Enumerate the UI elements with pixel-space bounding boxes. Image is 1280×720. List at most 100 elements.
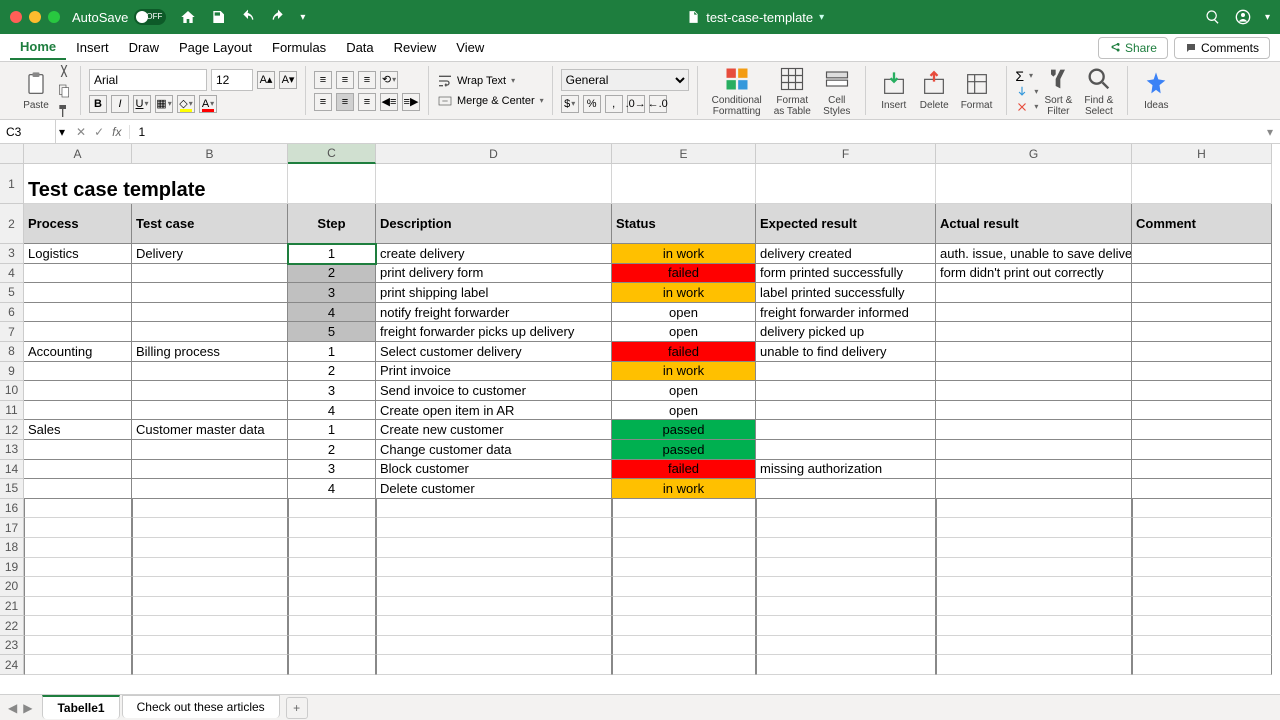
cell[interactable]: 5 [288,322,376,342]
cell[interactable] [288,518,376,538]
cell[interactable] [1132,401,1272,421]
cell[interactable] [288,499,376,519]
cell[interactable] [24,264,132,284]
cell[interactable] [936,420,1132,440]
cell[interactable] [24,538,132,558]
row-header-13[interactable]: 13 [0,440,24,460]
row-header-8[interactable]: 8 [0,342,24,362]
sheet-nav-next[interactable]: ▶ [23,701,32,715]
cell[interactable] [756,499,936,519]
paste-button[interactable]: Paste [16,68,56,113]
copy-icon[interactable] [56,83,72,99]
column-header-A[interactable]: A [24,144,132,164]
cell[interactable] [1132,518,1272,538]
row-header-17[interactable]: 17 [0,518,24,538]
cell[interactable]: failed [612,342,756,362]
cell[interactable] [1132,499,1272,519]
cell[interactable]: failed [612,264,756,284]
cell[interactable]: form didn't print out correctly [936,264,1132,284]
cell[interactable]: freight forwarder picks up delivery [376,322,612,342]
cell[interactable]: Block customer [376,460,612,480]
cell[interactable] [936,381,1132,401]
close-window[interactable] [10,11,22,23]
cell[interactable] [132,322,288,342]
menu-draw[interactable]: Draw [119,36,169,59]
cell[interactable] [1132,440,1272,460]
cell[interactable] [1132,558,1272,578]
cell[interactable] [1132,164,1272,204]
cell[interactable] [24,577,132,597]
bold-button[interactable]: B [89,95,107,113]
increase-decimal-icon[interactable]: .0→ [627,95,645,113]
row-header-23[interactable]: 23 [0,636,24,656]
cell[interactable] [936,577,1132,597]
cell[interactable] [1132,460,1272,480]
align-bottom-icon[interactable]: ≡ [358,71,376,89]
increase-font-icon[interactable]: A▴ [257,71,275,89]
cell[interactable] [756,479,936,499]
cells-area[interactable]: Test case templateProcessTest caseStepDe… [24,164,1272,675]
row-header-24[interactable]: 24 [0,655,24,675]
cell[interactable]: missing authorization [756,460,936,480]
cell[interactable]: Step [288,204,376,244]
cell[interactable]: create delivery [376,244,612,264]
format-as-table-button[interactable]: Format as Table [768,63,817,119]
cell[interactable]: open [612,401,756,421]
filename[interactable]: test-case-template ▾ [305,10,1205,25]
undo-icon[interactable] [240,9,256,25]
cell[interactable]: 4 [288,479,376,499]
cell[interactable]: in work [612,479,756,499]
account-icon[interactable] [1235,9,1251,25]
cell[interactable] [1132,244,1272,264]
menu-view[interactable]: View [446,36,494,59]
cell[interactable] [756,420,936,440]
merge-center-button[interactable]: Merge & Center▾ [437,93,544,109]
cell[interactable]: Select customer delivery [376,342,612,362]
save-icon[interactable] [210,9,226,25]
cell[interactable] [1132,538,1272,558]
column-header-F[interactable]: F [756,144,936,164]
cell[interactable]: Delivery [132,244,288,264]
search-icon[interactable] [1205,9,1221,25]
cell[interactable] [612,616,756,636]
cell[interactable] [612,577,756,597]
cell[interactable]: 1 [288,420,376,440]
cell[interactable]: freight forwarder informed [756,303,936,323]
share-button[interactable]: Share [1098,37,1168,59]
find-select-button[interactable]: Find & Select [1078,63,1119,119]
cell[interactable] [132,616,288,636]
percent-icon[interactable]: % [583,95,601,113]
decrease-indent-icon[interactable]: ◀≡ [380,93,398,111]
cell[interactable]: 1 [288,244,376,264]
column-header-G[interactable]: G [936,144,1132,164]
cell[interactable] [288,616,376,636]
row-header-15[interactable]: 15 [0,479,24,499]
cell[interactable] [936,636,1132,656]
cell[interactable] [132,518,288,538]
cell[interactable]: Expected result [756,204,936,244]
column-header-H[interactable]: H [1132,144,1272,164]
comments-button[interactable]: Comments [1174,37,1270,59]
cell[interactable]: Billing process [132,342,288,362]
cell[interactable] [288,597,376,617]
cell[interactable] [132,597,288,617]
autosum-icon[interactable]: Σ [1015,68,1024,84]
cell[interactable] [376,577,612,597]
cell[interactable] [132,381,288,401]
cell[interactable]: Change customer data [376,440,612,460]
column-header-E[interactable]: E [612,144,756,164]
font-name-select[interactable] [89,69,207,91]
cell[interactable]: delivery created [756,244,936,264]
cell[interactable] [132,401,288,421]
currency-icon[interactable]: $▾ [561,95,579,113]
cell[interactable] [24,303,132,323]
cell[interactable]: 3 [288,381,376,401]
autosave-toggle[interactable]: OFF [134,9,166,25]
menu-insert[interactable]: Insert [66,36,119,59]
cell[interactable]: Status [612,204,756,244]
menu-data[interactable]: Data [336,36,383,59]
cell[interactable] [376,655,612,675]
cell[interactable] [936,616,1132,636]
cell[interactable] [936,303,1132,323]
cell[interactable] [936,440,1132,460]
